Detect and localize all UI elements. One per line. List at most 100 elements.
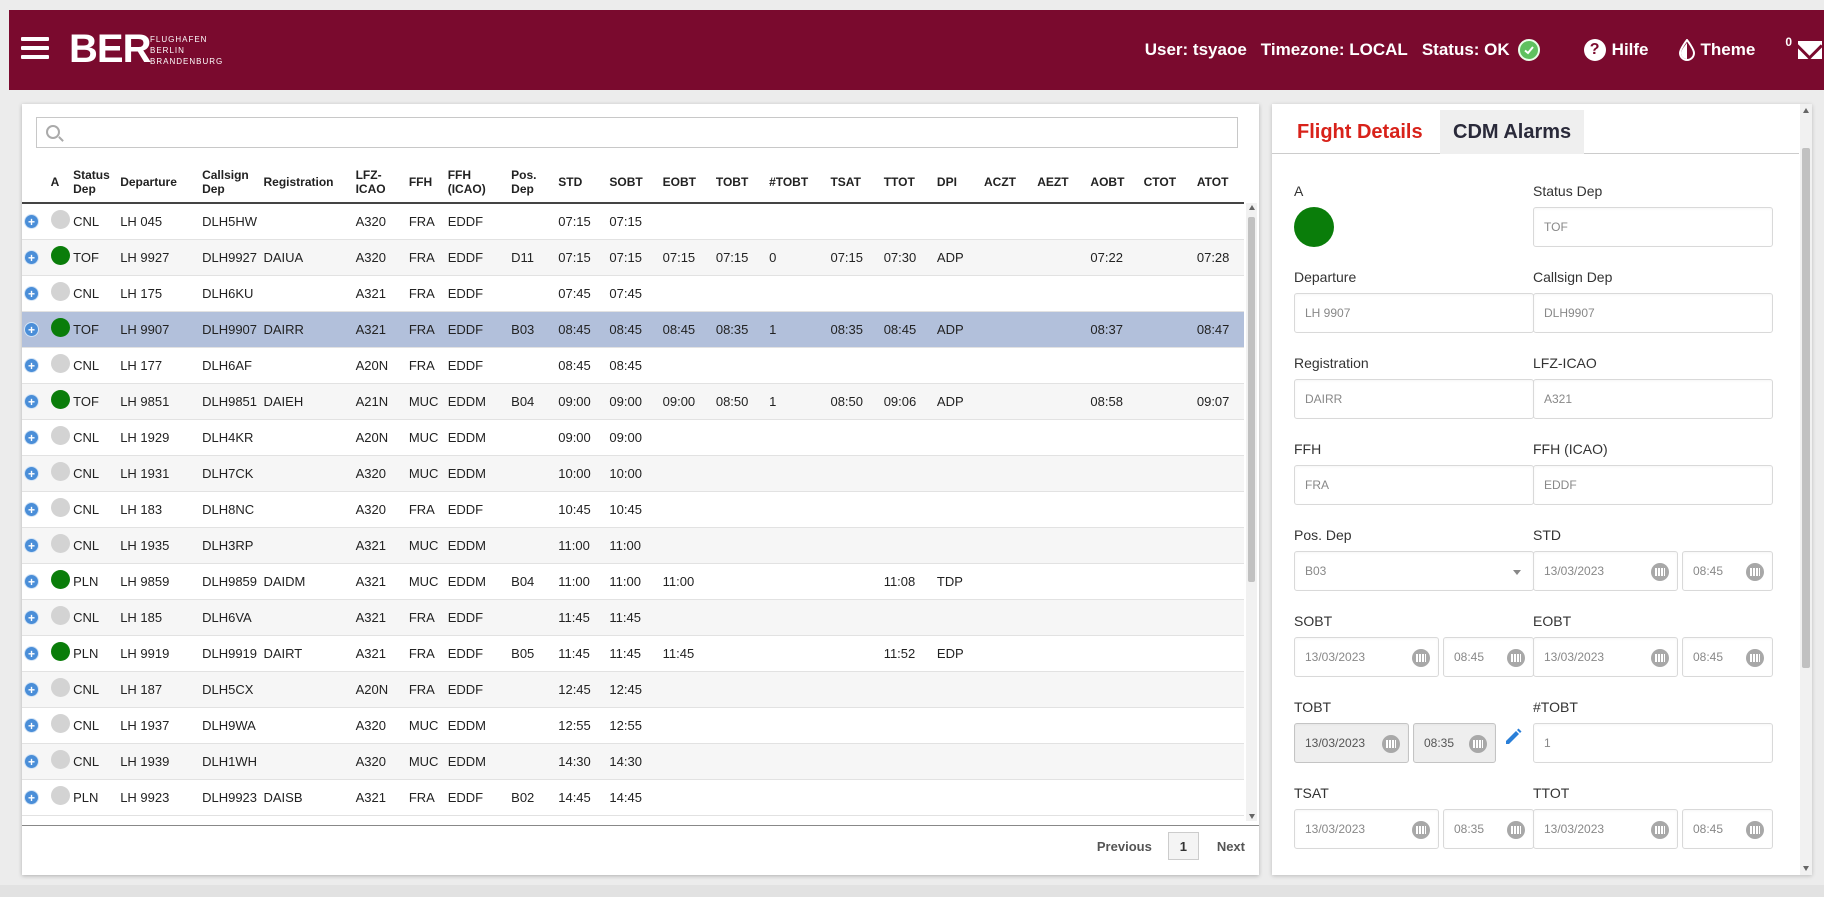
column-header[interactable]: FFH: [406, 161, 446, 204]
table-row[interactable]: + CNL LH 185 DLH6VA A321 FRA EDDF 11:45 11:45: [22, 599, 1244, 636]
table-row[interactable]: + TOF LH 9927 DLH9927 DAIUA A320 FRA EDDF D11 07:…: [22, 239, 1244, 276]
clock-icon[interactable]: [1746, 563, 1764, 581]
table-row[interactable]: + CNL LH 1939 DLH1WH A320 MUC EDDM 14:30 14:30: [22, 743, 1244, 780]
scroll-down-arrow-icon[interactable]: [1249, 814, 1255, 819]
expand-row-icon[interactable]: +: [24, 465, 39, 481]
column-header[interactable]: [22, 161, 49, 204]
calendar-icon[interactable]: [1651, 649, 1669, 667]
column-header[interactable]: AEZT: [1035, 161, 1089, 204]
column-header[interactable]: Departure: [118, 161, 201, 204]
expand-row-icon[interactable]: +: [24, 609, 39, 625]
eobt-date-field[interactable]: 13/03/2023: [1533, 637, 1678, 677]
eobt-time-field[interactable]: 08:45: [1682, 637, 1773, 677]
expand-row-icon[interactable]: +: [24, 429, 39, 445]
table-row[interactable]: + TOF LH 9851 DLH9851 DAIEH A21N MUC EDDM B04 09:…: [22, 383, 1244, 420]
expand-row-icon[interactable]: +: [24, 285, 39, 301]
table-row[interactable]: + CNL LH 045 DLH5HW A320 FRA EDDF 07:15 07:15: [22, 203, 1244, 240]
edit-pencil-icon[interactable]: [1503, 727, 1523, 747]
column-header[interactable]: Callsign Dep: [200, 161, 262, 204]
scrollbar-thumb[interactable]: [1248, 217, 1255, 582]
tobt-date-field[interactable]: 13/03/2023: [1294, 723, 1409, 763]
column-header[interactable]: ATOT: [1194, 161, 1244, 204]
ttot-time-field[interactable]: 08:45: [1682, 809, 1773, 849]
scroll-up-arrow-icon[interactable]: [1249, 205, 1255, 210]
theme-button[interactable]: Theme: [1678, 39, 1755, 61]
tobt-time-field[interactable]: 08:35: [1413, 723, 1496, 763]
calendar-icon[interactable]: [1651, 821, 1669, 839]
table-scrollbar[interactable]: [1246, 203, 1257, 821]
expand-row-icon[interactable]: +: [24, 393, 39, 409]
column-header[interactable]: Registration: [261, 161, 354, 204]
column-header[interactable]: ACZT: [981, 161, 1036, 204]
tsat-date-field[interactable]: 13/03/2023: [1294, 809, 1439, 849]
help-button[interactable]: ? Hilfe: [1583, 39, 1649, 61]
table-row[interactable]: + CNL LH 175 DLH6KU A321 FRA EDDF 07:45 07:45: [22, 275, 1244, 312]
std-date-field[interactable]: 13/03/2023: [1533, 551, 1678, 591]
details-scrollbar[interactable]: [1800, 104, 1812, 875]
tab-flight-details[interactable]: Flight Details: [1297, 110, 1423, 154]
clock-icon[interactable]: [1746, 649, 1764, 667]
column-header[interactable]: LFZ- ICAO: [353, 161, 407, 204]
table-row[interactable]: + CNL LH 1929 DLH4KR A20N MUC EDDM 09:00 09:00: [22, 419, 1244, 456]
expand-row-icon[interactable]: +: [24, 249, 39, 265]
column-header[interactable]: SOBT: [607, 161, 661, 204]
sobt-date-field[interactable]: 13/03/2023: [1294, 637, 1439, 677]
column-header[interactable]: FFH (ICAO): [445, 161, 510, 204]
expand-row-icon[interactable]: +: [24, 573, 39, 589]
clock-icon[interactable]: [1746, 821, 1764, 839]
column-header[interactable]: TTOT: [881, 161, 935, 204]
expand-row-icon[interactable]: +: [24, 753, 39, 769]
table-row[interactable]: + PLN LH 9923 DLH9923 DAISB A321 FRA EDDF B02 14:…: [22, 779, 1244, 816]
table-row[interactable]: + CNL LH 1931 DLH7CK A320 MUC EDDM 10:00 10:00: [22, 455, 1244, 492]
ffh-field[interactable]: FRA: [1294, 465, 1534, 505]
column-header[interactable]: #TOBT: [767, 161, 829, 204]
lfz-icao-field[interactable]: A321: [1533, 379, 1773, 419]
std-time-field[interactable]: 08:45: [1682, 551, 1773, 591]
column-header[interactable]: EOBT: [660, 161, 714, 204]
messages-button[interactable]: 0: [1785, 35, 1822, 59]
search-input[interactable]: [69, 118, 1229, 147]
previous-page-button[interactable]: Previous: [1097, 839, 1152, 854]
expand-row-icon[interactable]: +: [24, 681, 39, 697]
search-box[interactable]: [36, 117, 1238, 148]
column-header[interactable]: A: [48, 161, 72, 204]
column-header[interactable]: TOBT: [713, 161, 768, 204]
calendar-icon[interactable]: [1412, 649, 1430, 667]
registration-field[interactable]: DAIRR: [1294, 379, 1534, 419]
table-row[interactable]: + CNL LH 1937 DLH9WA A320 MUC EDDM 12:55 12:55: [22, 707, 1244, 744]
tsat-time-field[interactable]: 08:35: [1443, 809, 1534, 849]
table-row[interactable]: + CNL LH 183 DLH8NC A320 FRA EDDF 10:45 10:45: [22, 491, 1244, 528]
current-page-button[interactable]: 1: [1167, 832, 1199, 860]
pos-dep-select[interactable]: B03: [1294, 551, 1534, 591]
calendar-icon[interactable]: [1382, 735, 1400, 753]
expand-row-icon[interactable]: +: [24, 537, 39, 553]
table-row[interactable]: + CNL LH 1935 DLH3RP A321 MUC EDDM 11:00 11:00: [22, 527, 1244, 564]
expand-row-icon[interactable]: +: [24, 717, 39, 733]
clock-icon[interactable]: [1507, 821, 1525, 839]
scroll-down-arrow-icon[interactable]: [1803, 866, 1809, 871]
next-page-button[interactable]: Next: [1217, 839, 1245, 854]
column-header[interactable]: TSAT: [828, 161, 882, 204]
ttot-date-field[interactable]: 13/03/2023: [1533, 809, 1678, 849]
tab-cdm-alarms[interactable]: CDM Alarms: [1440, 110, 1585, 154]
expand-row-icon[interactable]: +: [24, 213, 39, 229]
table-row[interactable]: + CNL LH 187 DLH5CX A20N FRA EDDF 12:45 12:45: [22, 671, 1244, 708]
column-header[interactable]: CTOT: [1141, 161, 1195, 204]
column-header[interactable]: STD: [556, 161, 608, 204]
expand-row-icon[interactable]: +: [24, 357, 39, 373]
scroll-up-arrow-icon[interactable]: [1803, 108, 1809, 113]
expand-row-icon[interactable]: +: [24, 645, 39, 661]
menu-icon[interactable]: [21, 37, 49, 61]
sobt-time-field[interactable]: 08:45: [1443, 637, 1534, 677]
column-header[interactable]: DPI: [934, 161, 982, 204]
column-header[interactable]: Pos. Dep: [509, 161, 557, 204]
scrollbar-thumb[interactable]: [1802, 148, 1810, 668]
expand-row-icon[interactable]: +: [24, 501, 39, 517]
expand-row-icon[interactable]: +: [24, 789, 39, 805]
table-row[interactable]: + CNL LH 177 DLH6AF A20N FRA EDDF 08:45 08:45: [22, 347, 1244, 384]
calendar-icon[interactable]: [1412, 821, 1430, 839]
table-row[interactable]: + PLN LH 9859 DLH9859 DAIDM A321 MUC EDDM B04 11:…: [22, 563, 1244, 600]
departure-field[interactable]: LH 9907: [1294, 293, 1534, 333]
callsign-dep-field[interactable]: DLH9907: [1533, 293, 1773, 333]
ntobt-field[interactable]: 1: [1533, 723, 1773, 763]
